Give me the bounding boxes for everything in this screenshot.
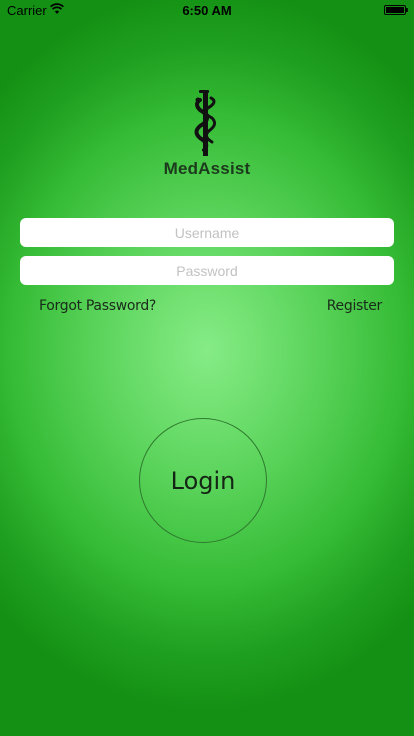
app-title: MedAssist [163,159,251,178]
forgot-password-link[interactable]: Forgot Password? [39,298,156,314]
register-link[interactable]: Register [327,298,383,314]
password-field[interactable] [20,256,394,285]
caduceus-icon [194,90,217,156]
status-time: 6:50 AM [182,3,232,18]
username-field[interactable] [20,218,394,247]
status-bar: Carrier 6:50 AM [0,0,414,20]
login-button[interactable]: Login [139,418,267,543]
battery-full-icon [384,5,408,15]
